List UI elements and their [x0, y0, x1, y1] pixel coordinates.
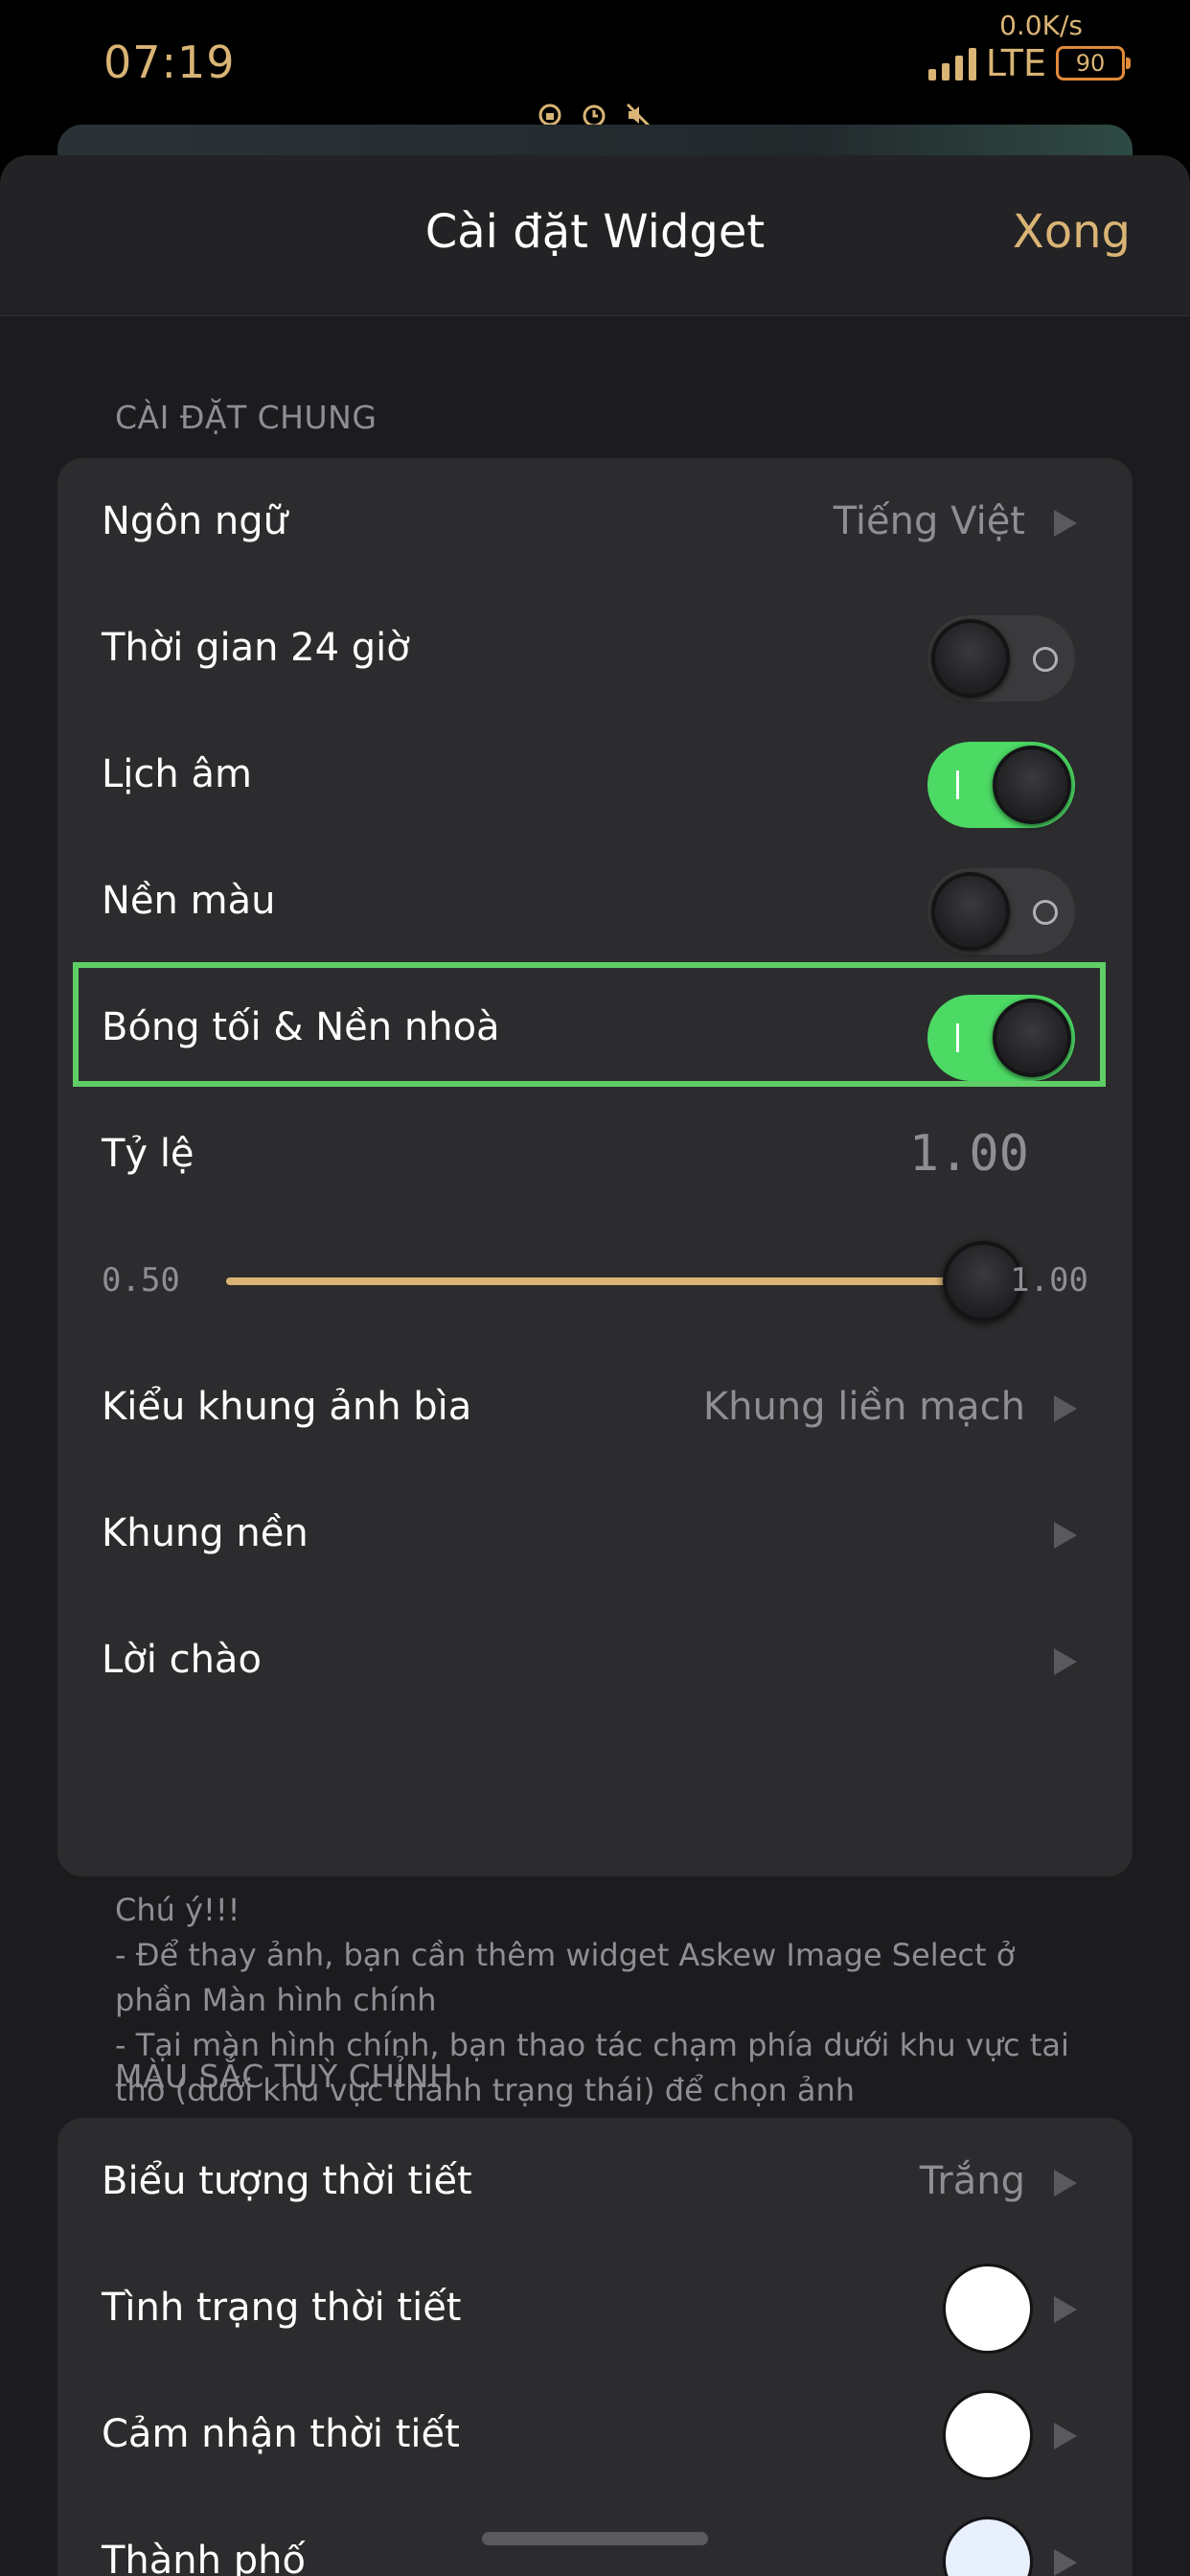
city-label: Thành phố — [102, 2539, 306, 2576]
toggle-on-mark-icon — [956, 770, 959, 799]
done-button[interactable]: Xong — [1013, 205, 1131, 259]
section-title-custom-colors: MÀU SẮC TUỲ CHỈNH — [115, 2058, 454, 2095]
color-swatch[interactable] — [943, 2517, 1033, 2576]
language-row[interactable]: Ngôn ngữ Tiếng Việt — [57, 458, 1133, 585]
battery-icon: 90 — [1056, 46, 1131, 80]
background-color-row: Nền màu — [57, 838, 1133, 964]
weather-feel-label: Cảm nhận thời tiết — [102, 2412, 460, 2456]
status-time: 07:19 — [103, 36, 236, 88]
slider-max-label: 1.00 — [1010, 1261, 1088, 1300]
slider-min-label: 0.50 — [102, 1261, 180, 1300]
sheet-header: Cài đặt Widget Xong — [0, 155, 1190, 316]
scale-label: Tỷ lệ — [102, 1132, 195, 1176]
section-title-general: CÀI ĐẶT CHUNG — [115, 399, 378, 436]
background-color-toggle[interactable] — [927, 868, 1075, 954]
time24-row: Thời gian 24 giờ — [57, 585, 1133, 711]
background-frame-label: Khung nền — [102, 1511, 309, 1555]
weather-feel-row[interactable]: Cảm nhận thời tiết — [57, 2371, 1133, 2497]
background-frame-row[interactable]: Khung nền — [57, 1470, 1133, 1597]
chevron-right-icon — [1054, 510, 1077, 537]
toggle-knob — [931, 872, 1010, 951]
color-swatch[interactable] — [943, 2390, 1033, 2480]
page-title: Cài đặt Widget — [424, 205, 766, 259]
color-swatch[interactable] — [943, 2264, 1033, 2354]
lunar-calendar-label: Lịch âm — [102, 752, 252, 796]
chevron-right-icon — [1054, 1648, 1077, 1675]
time24-label: Thời gian 24 giờ — [102, 626, 410, 670]
lunar-calendar-toggle[interactable] — [927, 742, 1075, 828]
lunar-calendar-row: Lịch âm — [57, 711, 1133, 838]
slider-fill — [226, 1277, 983, 1285]
chevron-right-icon — [1054, 2423, 1077, 2450]
status-indicators: LTE 90 — [927, 42, 1131, 84]
scale-slider-row: 0.50 1.00 — [57, 1217, 1133, 1344]
chevron-right-icon — [1054, 2170, 1077, 2196]
custom-colors-group: Biểu tượng thời tiết Trắng Tình trạng th… — [57, 2118, 1133, 2576]
network-type: LTE — [985, 42, 1046, 84]
background-color-label: Nền màu — [102, 879, 276, 923]
weather-icon-value: Trắng — [919, 2159, 1025, 2203]
chevron-right-icon — [1054, 1522, 1077, 1549]
general-settings-group: Ngôn ngữ Tiếng Việt Thời gian 24 giờ Lịc… — [57, 458, 1133, 1876]
toggle-off-mark-icon — [1033, 900, 1058, 925]
cover-frame-label: Kiểu khung ảnh bìa — [102, 1385, 472, 1429]
widget-settings-sheet: Cài đặt Widget Xong CÀI ĐẶT CHUNG Ngôn n… — [0, 155, 1190, 2576]
weather-status-label: Tình trạng thời tiết — [102, 2286, 462, 2330]
note-title: Chú ý!!! — [115, 1892, 240, 1928]
cover-frame-value: Khung liền mạch — [702, 1385, 1025, 1429]
home-indicator[interactable] — [482, 2532, 708, 2545]
scale-row: Tỷ lệ 1.00 — [57, 1091, 1133, 1217]
toggle-knob — [931, 619, 1010, 698]
note-line: - Để thay ảnh, bạn cần thêm widget Askew… — [115, 1937, 1016, 2018]
language-value: Tiếng Việt — [833, 499, 1025, 543]
language-label: Ngôn ngữ — [102, 499, 287, 543]
toggle-off-mark-icon — [1033, 647, 1058, 672]
greeting-row[interactable]: Lời chào — [57, 1597, 1133, 1723]
scale-slider[interactable] — [226, 1241, 1023, 1322]
weather-icon-label: Biểu tượng thời tiết — [102, 2159, 472, 2203]
weather-status-row[interactable]: Tình trạng thời tiết — [57, 2244, 1133, 2371]
chevron-right-icon — [1054, 2549, 1077, 2576]
scale-value: 1.00 — [908, 1125, 1029, 1183]
chevron-right-icon — [1054, 1395, 1077, 1422]
time24-toggle[interactable] — [927, 615, 1075, 702]
network-speed: 0.0K/s — [999, 10, 1083, 41]
selection-highlight — [73, 962, 1106, 1087]
weather-icon-row[interactable]: Biểu tượng thời tiết Trắng — [57, 2118, 1133, 2244]
battery-level: 90 — [1075, 50, 1106, 77]
toggle-knob — [993, 746, 1071, 824]
cover-frame-row[interactable]: Kiểu khung ảnh bìa Khung liền mạch — [57, 1344, 1133, 1470]
chevron-right-icon — [1054, 2296, 1077, 2323]
greeting-label: Lời chào — [102, 1638, 262, 1682]
signal-icon — [927, 46, 976, 80]
